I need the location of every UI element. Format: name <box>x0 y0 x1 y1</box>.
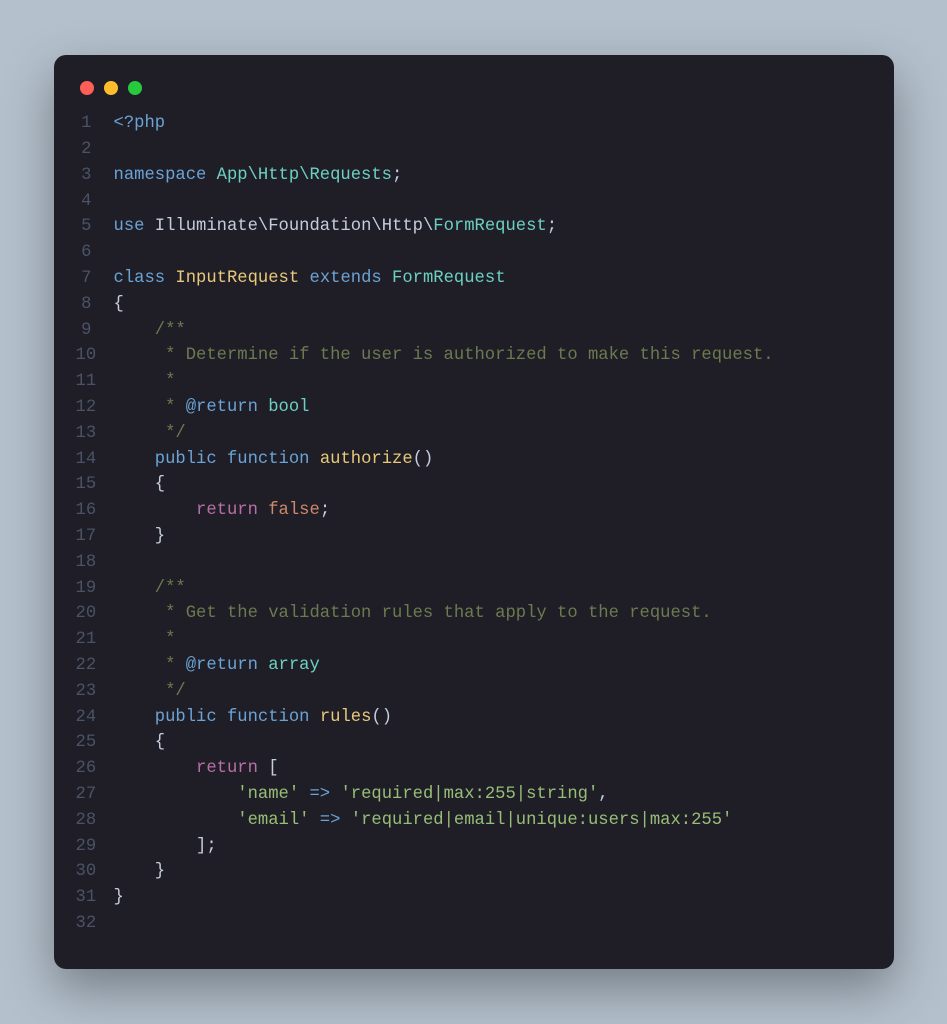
line-number: 21 <box>76 627 114 653</box>
use-class: FormRequest <box>433 217 546 236</box>
line-number: 20 <box>76 601 114 627</box>
code-block: 1<?php 2 3namespace App\Http\Requests; 4… <box>76 111 866 937</box>
doc-comment: * Get the validation rules that apply to… <box>114 604 712 623</box>
php-open-tag: <?php <box>114 114 166 133</box>
line-number: 17 <box>76 524 114 550</box>
doc-space <box>258 398 268 417</box>
keyword-extends: extends <box>310 269 382 288</box>
line-number: 19 <box>76 576 114 602</box>
zoom-icon[interactable] <box>128 81 142 95</box>
doc-comment: * <box>114 630 176 649</box>
line-number: 13 <box>76 421 114 447</box>
brace-open: { <box>114 475 166 494</box>
doc-comment: */ <box>114 682 186 701</box>
line-number: 15 <box>76 472 114 498</box>
fat-arrow: => <box>299 785 340 804</box>
code-window: 1<?php 2 3namespace App\Http\Requests; 4… <box>54 55 894 969</box>
traffic-lights <box>76 77 866 111</box>
doc-type: array <box>268 656 320 675</box>
line-number: 28 <box>76 808 114 834</box>
doc-space <box>258 656 268 675</box>
line-number: 23 <box>76 679 114 705</box>
close-icon[interactable] <box>80 81 94 95</box>
doc-comment: * <box>114 656 186 675</box>
parens: () <box>371 708 392 727</box>
line-number: 4 <box>76 189 114 215</box>
rule-key-email: 'email' <box>237 811 309 830</box>
line-number: 10 <box>76 343 114 369</box>
doc-comment: * Determine if the user is authorized to… <box>114 346 774 365</box>
rule-key-name: 'name' <box>237 785 299 804</box>
semicolon: ; <box>547 217 557 236</box>
minimize-icon[interactable] <box>104 81 118 95</box>
line-number: 16 <box>76 498 114 524</box>
line-number: 26 <box>76 756 114 782</box>
doc-annotation: @return <box>186 398 258 417</box>
semicolon: ; <box>320 501 330 520</box>
doc-comment: /** <box>114 321 186 340</box>
keyword-use: use <box>114 217 145 236</box>
brace-open: { <box>114 295 124 314</box>
line-number: 29 <box>76 834 114 860</box>
line-number: 7 <box>76 266 114 292</box>
namespace-path: App\Http\Requests <box>217 166 392 185</box>
keyword-namespace: namespace <box>114 166 207 185</box>
parent-class: FormRequest <box>392 269 505 288</box>
doc-annotation: @return <box>186 656 258 675</box>
line-number: 32 <box>76 911 114 937</box>
use-path: Illuminate\Foundation\Http\ <box>155 217 433 236</box>
keyword-public: public <box>155 450 217 469</box>
brace-close: } <box>114 527 166 546</box>
line-number: 3 <box>76 163 114 189</box>
doc-comment: * <box>114 372 176 391</box>
method-rules: rules <box>320 708 372 727</box>
line-number: 6 <box>76 240 114 266</box>
line-number: 2 <box>76 137 114 163</box>
line-number: 30 <box>76 859 114 885</box>
line-number: 1 <box>76 111 114 137</box>
line-number: 25 <box>76 730 114 756</box>
doc-comment: * <box>114 398 186 417</box>
class-name: InputRequest <box>175 269 299 288</box>
line-number: 22 <box>76 653 114 679</box>
brace-open: { <box>114 733 166 752</box>
fat-arrow: => <box>309 811 350 830</box>
line-number: 9 <box>76 318 114 344</box>
doc-comment: /** <box>114 579 186 598</box>
line-number: 14 <box>76 447 114 473</box>
line-number: 24 <box>76 705 114 731</box>
keyword-class: class <box>114 269 166 288</box>
doc-type: bool <box>268 398 309 417</box>
keyword-return: return <box>196 501 258 520</box>
keyword-public: public <box>155 708 217 727</box>
parens: () <box>413 450 434 469</box>
literal-false: false <box>268 501 320 520</box>
line-number: 8 <box>76 292 114 318</box>
keyword-function: function <box>227 708 310 727</box>
semicolon: ; <box>392 166 402 185</box>
line-number: 27 <box>76 782 114 808</box>
line-number: 5 <box>76 214 114 240</box>
line-number: 12 <box>76 395 114 421</box>
rule-val-email: 'required|email|unique:users|max:255' <box>351 811 733 830</box>
line-number: 18 <box>76 550 114 576</box>
bracket-close: ]; <box>114 837 217 856</box>
doc-comment: */ <box>114 424 186 443</box>
keyword-return: return <box>196 759 258 778</box>
keyword-function: function <box>227 450 310 469</box>
rule-val-name: 'required|max:255|string' <box>340 785 598 804</box>
bracket-open: [ <box>258 759 279 778</box>
brace-close: } <box>114 862 166 881</box>
method-authorize: authorize <box>320 450 413 469</box>
brace-close: } <box>114 888 124 907</box>
line-number: 11 <box>76 369 114 395</box>
comma: , <box>598 785 608 804</box>
line-number: 31 <box>76 885 114 911</box>
